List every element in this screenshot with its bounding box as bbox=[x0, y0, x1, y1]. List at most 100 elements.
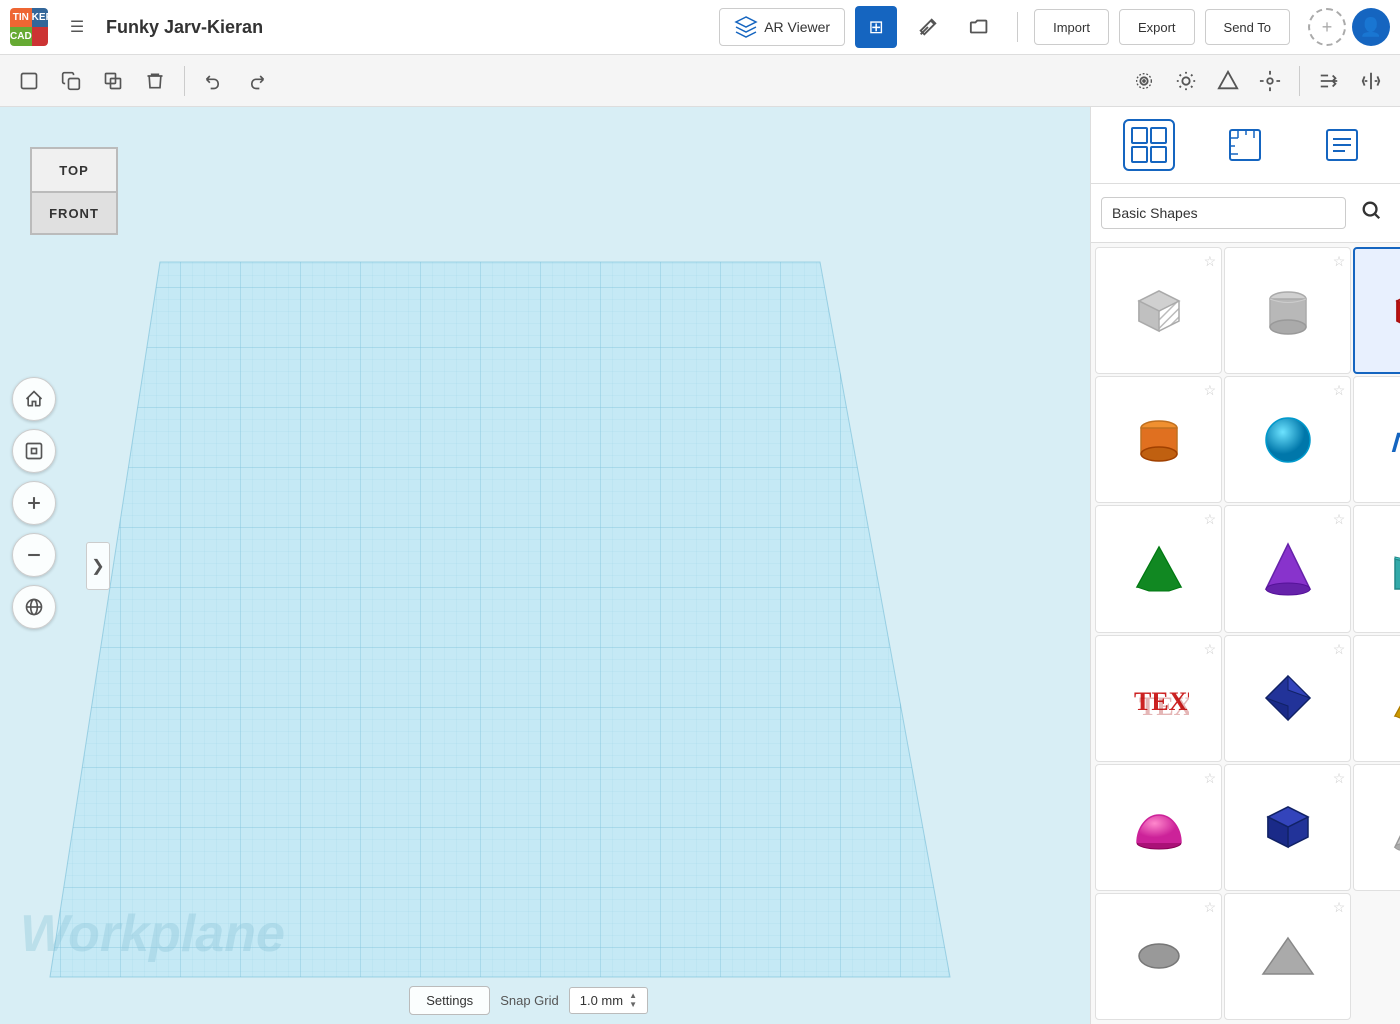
home-view-button[interactable] bbox=[12, 377, 56, 421]
star-misc2[interactable]: ☆ bbox=[1333, 899, 1346, 916]
shape-text-red[interactable]: ☆ TEXT TEXT bbox=[1095, 635, 1222, 762]
shape-blue-sphere[interactable]: ☆ bbox=[1224, 376, 1351, 503]
star-pink-dome[interactable]: ☆ bbox=[1204, 770, 1217, 787]
shape-orange-cylinder[interactable]: ☆ bbox=[1095, 376, 1222, 503]
star-purple-cone[interactable]: ☆ bbox=[1333, 511, 1346, 528]
star-green-pyramid[interactable]: ☆ bbox=[1204, 511, 1217, 528]
tool-button[interactable] bbox=[907, 6, 949, 48]
shape-dark-blue-cube[interactable]: ☆ bbox=[1224, 764, 1351, 891]
shape-tool-button[interactable] bbox=[1209, 62, 1247, 100]
shape-misc2[interactable]: ☆ bbox=[1224, 893, 1351, 1020]
undo-icon bbox=[204, 71, 224, 91]
user-avatar[interactable]: 👤 bbox=[1352, 8, 1390, 46]
teal-wedge-img bbox=[1383, 535, 1400, 603]
shape-gray-cylinder[interactable]: ☆ bbox=[1224, 247, 1351, 374]
new-button[interactable] bbox=[10, 62, 48, 100]
star-striped-cube[interactable]: ☆ bbox=[1204, 253, 1217, 270]
workplane-grid bbox=[0, 107, 1090, 1024]
import-button[interactable]: Import bbox=[1034, 9, 1109, 45]
zoom-out-button[interactable] bbox=[12, 533, 56, 577]
logo-k bbox=[32, 27, 48, 46]
viewport[interactable]: TOP FRONT bbox=[0, 107, 1090, 1024]
view-cube[interactable]: TOP FRONT bbox=[30, 147, 120, 237]
shape-category-select[interactable]: Basic Shapes Featured Text & Numbers Mat… bbox=[1101, 197, 1346, 229]
grid-tab-icon bbox=[1130, 126, 1168, 164]
star-gray-cylinder[interactable]: ☆ bbox=[1333, 253, 1346, 270]
misc2-img bbox=[1254, 922, 1322, 990]
star-misc1[interactable]: ☆ bbox=[1204, 899, 1217, 916]
star-text-red[interactable]: ☆ bbox=[1204, 641, 1217, 658]
grid-view-button[interactable]: ⊞ bbox=[855, 6, 897, 48]
logo-t: TIN bbox=[10, 8, 32, 27]
new-icon bbox=[19, 71, 39, 91]
folder-button[interactable] bbox=[959, 6, 1001, 48]
snap-grid-label: Snap Grid bbox=[500, 993, 559, 1008]
shape-red-cube[interactable]: ☆ bbox=[1353, 247, 1400, 374]
align-button[interactable] bbox=[1310, 62, 1348, 100]
orientation-button[interactable] bbox=[12, 585, 56, 629]
send-to-button[interactable]: Send To bbox=[1205, 9, 1290, 45]
shape-text-3d[interactable]: ☆ N N bbox=[1353, 376, 1400, 503]
shape-gray-cone[interactable]: ☆ bbox=[1353, 764, 1400, 891]
search-button[interactable] bbox=[1352, 194, 1390, 232]
minus-icon bbox=[24, 545, 44, 565]
blue-gem-img bbox=[1254, 664, 1322, 732]
tab-notes[interactable] bbox=[1316, 119, 1368, 171]
group-icon bbox=[1259, 70, 1281, 92]
tab-rulers[interactable] bbox=[1219, 119, 1271, 171]
camera-button[interactable] bbox=[1125, 62, 1163, 100]
red-cube-img bbox=[1383, 277, 1400, 345]
shape-blue-gem[interactable]: ☆ bbox=[1224, 635, 1351, 762]
project-title[interactable]: Funky Jarv-Kieran bbox=[106, 17, 403, 38]
blue-sphere-img bbox=[1254, 406, 1322, 474]
mirror-icon bbox=[1360, 70, 1382, 92]
star-blue-sphere[interactable]: ☆ bbox=[1333, 382, 1346, 399]
tab-shapes[interactable] bbox=[1123, 119, 1175, 171]
duplicate-icon bbox=[103, 71, 123, 91]
avatar-icon: 👤 bbox=[1360, 17, 1382, 38]
ar-viewer-button[interactable]: AR Viewer bbox=[719, 8, 845, 46]
view-cube-front[interactable]: FRONT bbox=[30, 191, 118, 235]
tinkercad-logo[interactable]: TIN KER CAD bbox=[10, 8, 48, 46]
duplicate-button[interactable] bbox=[94, 62, 132, 100]
star-dark-blue-cube[interactable]: ☆ bbox=[1333, 770, 1346, 787]
pink-dome-img bbox=[1125, 793, 1193, 861]
snap-grid-value[interactable]: 1.0 mm ▲ ▼ bbox=[569, 987, 648, 1014]
zoom-in-button[interactable] bbox=[12, 481, 56, 525]
light-icon bbox=[1175, 70, 1197, 92]
hamburger-menu[interactable]: ☰ bbox=[58, 8, 96, 46]
panel-tabs bbox=[1091, 107, 1400, 184]
star-blue-gem[interactable]: ☆ bbox=[1333, 641, 1346, 658]
fit-icon bbox=[24, 441, 44, 461]
shape-pink-dome[interactable]: ☆ bbox=[1095, 764, 1222, 891]
dark-blue-cube-img bbox=[1254, 793, 1322, 861]
mirror-button[interactable] bbox=[1352, 62, 1390, 100]
group-button[interactable] bbox=[1251, 62, 1289, 100]
shape-green-pyramid[interactable]: ☆ bbox=[1095, 505, 1222, 632]
shape-striped-cube[interactable]: ☆ bbox=[1095, 247, 1222, 374]
fit-view-button[interactable] bbox=[12, 429, 56, 473]
add-user-icon: + bbox=[1322, 17, 1333, 38]
snap-down-arrow[interactable]: ▼ bbox=[629, 1001, 637, 1009]
delete-button[interactable] bbox=[136, 62, 174, 100]
align-icon bbox=[1318, 70, 1340, 92]
snap-up-arrow[interactable]: ▲ bbox=[629, 992, 637, 1000]
left-nav bbox=[12, 377, 56, 629]
shape-misc1[interactable]: ☆ bbox=[1095, 893, 1222, 1020]
orientation-icon bbox=[24, 597, 44, 617]
copy-button[interactable] bbox=[52, 62, 90, 100]
settings-button[interactable]: Settings bbox=[409, 986, 490, 1015]
light-button[interactable] bbox=[1167, 62, 1205, 100]
shape-purple-cone[interactable]: ☆ bbox=[1224, 505, 1351, 632]
shape-yellow-pyramid[interactable]: ☆ bbox=[1353, 635, 1400, 762]
redo-button[interactable] bbox=[237, 62, 275, 100]
panel-collapse-button[interactable]: ❯ bbox=[86, 542, 110, 590]
export-button[interactable]: Export bbox=[1119, 9, 1195, 45]
camera-icon bbox=[1133, 70, 1155, 92]
star-orange-cylinder[interactable]: ☆ bbox=[1204, 382, 1217, 399]
copy-icon bbox=[61, 71, 81, 91]
shape-teal-wedge[interactable]: ☆ bbox=[1353, 505, 1400, 632]
add-user-button[interactable]: + bbox=[1308, 8, 1346, 46]
view-cube-top[interactable]: TOP bbox=[30, 147, 118, 191]
undo-button[interactable] bbox=[195, 62, 233, 100]
